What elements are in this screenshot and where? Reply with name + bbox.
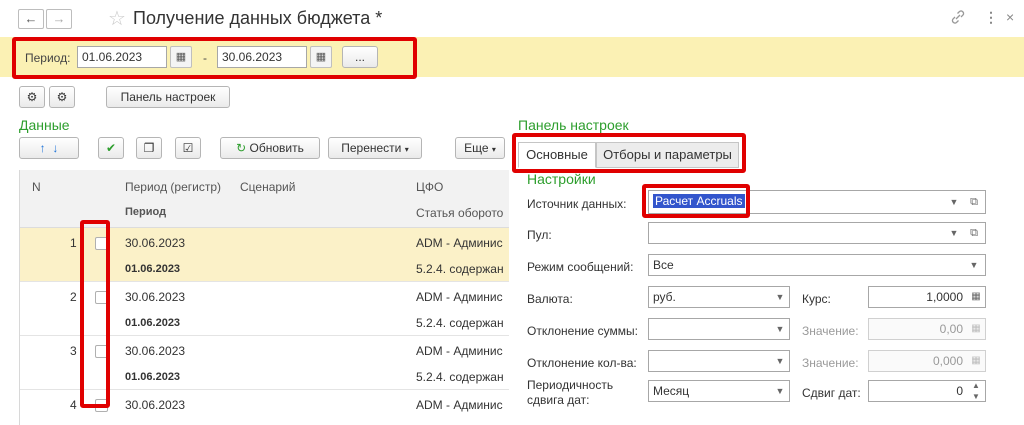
more-vertical-icon[interactable]: ⋮ (984, 9, 998, 26)
cell-cfo: ADM - Админис (416, 398, 503, 412)
header-period-register[interactable]: Период (регистр) (125, 180, 221, 194)
data-section-title: Данные (19, 117, 70, 133)
forward-button[interactable]: → (46, 9, 72, 29)
chevron-down-icon: ▾ (491, 145, 496, 154)
cell-cost-item: 5.2.4. содержан (416, 262, 504, 276)
header-cfo[interactable]: ЦФО (416, 180, 443, 194)
link-icon[interactable] (950, 9, 966, 28)
arrow-up-icon[interactable]: ↑ (40, 141, 46, 155)
cell-cfo: ADM - Админис (416, 290, 503, 304)
chevron-down-icon[interactable]: ▼ (771, 350, 789, 372)
checkbox-icon: ☑ (182, 141, 194, 155)
chevron-down-icon[interactable]: ▼ (771, 286, 789, 308)
transfer-button[interactable]: Перенести ▾ (328, 137, 422, 159)
chevron-down-icon[interactable]: ▼ (771, 380, 789, 402)
header-n[interactable]: N (32, 180, 41, 194)
qty-deviation-label: Отклонение кол-ва: (527, 356, 637, 370)
cell-period-register: 30.06.2023 (125, 398, 186, 412)
refresh-label: Обновить (249, 141, 304, 155)
calculator-icon[interactable]: ▦ (967, 286, 985, 308)
highlight-checkbox-column (80, 220, 110, 408)
more-label: Еще (464, 141, 489, 155)
settings-section-title: Настройки (527, 171, 596, 187)
save-settings-icon: ⚙ (56, 90, 68, 104)
currency-label: Валюта: (527, 292, 573, 306)
rate-label: Курс: (802, 292, 831, 306)
cell-period-register: 30.06.2023 (125, 344, 186, 358)
transfer-label: Перенести (341, 141, 402, 155)
check-all-icon: ✔ (105, 141, 117, 155)
settings-panel-button[interactable]: Панель настроек (106, 86, 230, 108)
more-button[interactable]: Еще ▾ (455, 137, 505, 159)
chevron-down-icon[interactable]: ▼ (945, 222, 963, 244)
calculator-icon: ▦ (971, 323, 981, 334)
cell-period: 01.06.2023 (125, 317, 181, 329)
periodicity-field[interactable]: Месяц (648, 380, 790, 402)
messages-label: Режим сообщений: (527, 260, 634, 274)
settings-save-button[interactable]: ⚙ (49, 86, 75, 108)
close-icon[interactable]: × (1006, 9, 1014, 25)
back-button[interactable]: ← (18, 9, 44, 29)
header-period[interactable]: Период (125, 206, 166, 218)
chevron-down-icon[interactable]: ▼ (965, 254, 983, 276)
cell-cfo: ADM - Админис (416, 236, 503, 250)
row-number: 2 (70, 290, 77, 304)
refresh-icon: ↻ (236, 141, 247, 155)
qty-deviation-field[interactable] (648, 350, 790, 372)
chevron-down-icon[interactable]: ▼ (771, 318, 789, 340)
qty-value-label: Значение: (802, 356, 859, 370)
sum-deviation-label: Отклонение суммы: (527, 324, 638, 338)
periodicity-label-line1: Периодичность (527, 378, 614, 392)
back-arrow-icon: ← (24, 11, 38, 26)
cell-period-register: 30.06.2023 (125, 290, 186, 304)
copy-button[interactable]: ❐ (136, 137, 162, 159)
chevron-down-icon: ▾ (404, 145, 409, 154)
open-icon[interactable]: ⧉ (965, 191, 983, 213)
favorite-star-icon[interactable]: ☆ (108, 6, 126, 31)
calculator-icon: ▦ (971, 355, 981, 366)
select-all-button[interactable]: ✔ (98, 137, 124, 159)
row-number: 4 (70, 398, 77, 412)
move-up-down-buttons[interactable]: ↑ ↓ (19, 137, 79, 159)
refresh-button[interactable]: ↻ Обновить (220, 137, 320, 159)
source-label: Источник данных: (527, 197, 627, 211)
cell-cost-item: 5.2.4. содержан (416, 316, 504, 330)
gear-icon: ⚙ (26, 90, 38, 104)
forward-arrow-icon: → (52, 11, 66, 26)
open-icon[interactable]: ⧉ (965, 222, 983, 244)
cell-period: 01.06.2023 (125, 263, 181, 275)
messages-field[interactable]: Все (648, 254, 986, 276)
arrow-down-icon[interactable]: ↓ (52, 141, 58, 155)
copy-icon: ❐ (143, 141, 155, 155)
date-shift-label: Сдвиг дат: (802, 386, 861, 400)
cell-cfo: ADM - Админис (416, 344, 503, 358)
row-number: 1 (70, 236, 77, 250)
highlight-source (642, 184, 750, 218)
pool-field[interactable] (648, 222, 986, 244)
row-number: 3 (70, 344, 77, 358)
sum-value-label: Значение: (802, 324, 859, 338)
header-cost-item[interactable]: Статья оборото (416, 206, 503, 220)
cell-period: 01.06.2023 (125, 371, 181, 383)
highlight-tabs (512, 133, 746, 173)
header-scenario[interactable]: Сценарий (240, 180, 295, 194)
cell-cost-item: 5.2.4. содержан (416, 370, 504, 384)
title-bar: ← → ☆ Получение данных бюджета * ⋮ × (0, 0, 1024, 36)
currency-field[interactable]: руб. (648, 286, 790, 308)
pool-label: Пул: (527, 228, 552, 242)
uncheck-button[interactable]: ☑ (175, 137, 201, 159)
highlight-period (12, 37, 417, 79)
page-title: Получение данных бюджета * (133, 8, 383, 28)
periodicity-label-line2: сдвига дат: (527, 393, 590, 407)
sum-deviation-field[interactable] (648, 318, 790, 340)
cell-period-register: 30.06.2023 (125, 236, 186, 250)
settings-panel-title: Панель настроек (518, 117, 629, 133)
chevron-down-icon[interactable]: ▼ (945, 191, 963, 213)
spin-up-down-icon[interactable]: ▲ ▼ (967, 380, 985, 402)
settings-gear-button[interactable]: ⚙ (19, 86, 45, 108)
